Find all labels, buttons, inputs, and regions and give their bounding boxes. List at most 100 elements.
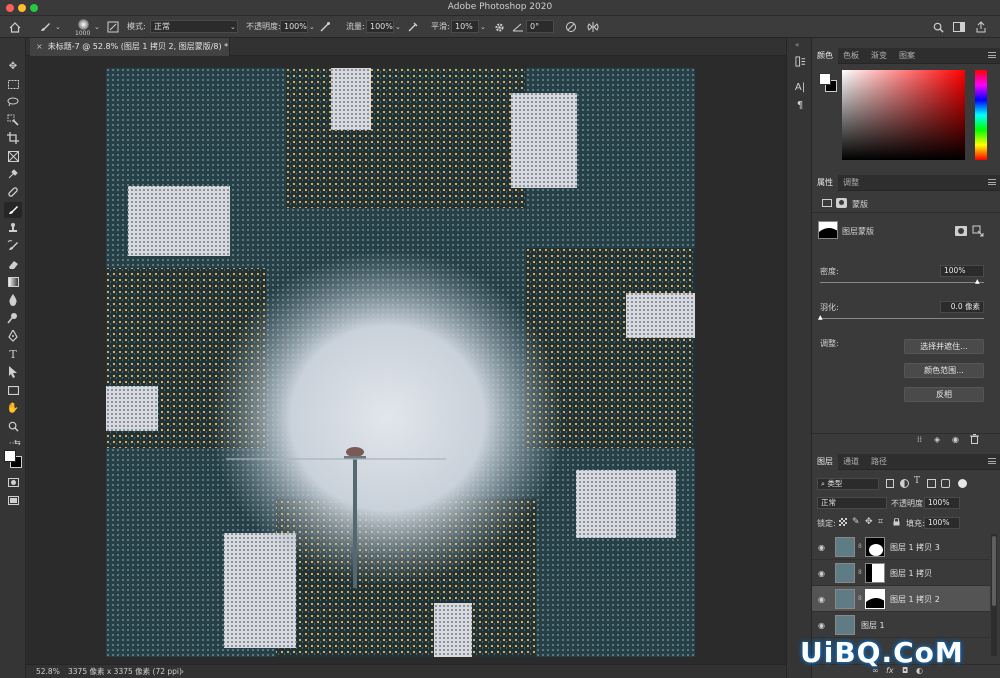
lock-artboard-icon[interactable]: ⌗: [878, 517, 883, 527]
angle-field[interactable]: 0°: [526, 20, 554, 33]
chevron-right-icon[interactable]: ›: [181, 665, 184, 678]
workspace-icon[interactable]: [952, 20, 966, 34]
canvas-area[interactable]: [26, 56, 786, 664]
history-panel-icon[interactable]: [793, 54, 807, 68]
mode-select[interactable]: 正常: [150, 20, 238, 33]
density-slider-handle[interactable]: ▲: [975, 278, 980, 285]
tab-color[interactable]: 颜色: [812, 48, 838, 64]
filter-pixel-icon[interactable]: [886, 479, 894, 488]
lasso-tool[interactable]: [4, 94, 22, 110]
density-slider[interactable]: [820, 282, 984, 283]
mask-thumbnail[interactable]: [865, 563, 885, 583]
layers-scrollbar[interactable]: [991, 534, 997, 656]
canvas-image[interactable]: [106, 68, 695, 657]
document-tab[interactable]: × 未标题-7 @ 52.8% (图层 1 拷贝 2, 图层蒙版/8) *: [30, 38, 230, 56]
zoom-level[interactable]: 52.8%: [36, 665, 60, 678]
type-tool[interactable]: T: [4, 346, 22, 362]
select-and-mask-button[interactable]: 选择并遮住...: [904, 339, 984, 354]
brush-tool[interactable]: [4, 202, 22, 218]
color-picker-field[interactable]: [842, 70, 965, 160]
panel-menu-icon[interactable]: [988, 52, 996, 58]
feather-slider-handle[interactable]: ▲: [818, 314, 823, 321]
lock-all-icon[interactable]: [893, 517, 900, 526]
smoothing-field[interactable]: 10%: [451, 20, 479, 33]
filter-smart-object-icon[interactable]: [941, 479, 950, 488]
apply-mask-icon[interactable]: ◈: [934, 435, 940, 444]
swap-colors-icon[interactable]: ⇆: [14, 438, 21, 447]
tab-swatches[interactable]: 色板: [838, 48, 864, 64]
chevron-down-icon[interactable]: ⌄: [55, 21, 61, 33]
layer-row-copy-3[interactable]: ◉ 8 图层 1 拷贝 3: [812, 534, 990, 560]
paragraph-panel-icon[interactable]: ¶: [793, 100, 807, 114]
brush-preset-icon[interactable]: [38, 20, 52, 34]
chevron-down-icon[interactable]: ⌄: [395, 21, 401, 33]
chevron-down-icon[interactable]: ⌄: [94, 21, 100, 33]
gradient-tool[interactable]: [4, 274, 22, 290]
brush-settings-icon[interactable]: [106, 20, 120, 34]
airbrush-icon[interactable]: [406, 20, 420, 34]
select-mask-icon[interactable]: [955, 226, 967, 236]
character-panel-icon[interactable]: A|: [793, 82, 807, 96]
healing-brush-tool[interactable]: [4, 184, 22, 200]
lock-transparent-icon[interactable]: [839, 518, 847, 526]
symmetry-icon[interactable]: [586, 20, 600, 34]
layer-row-base[interactable]: ◉ 图层 1: [812, 612, 990, 638]
eye-icon[interactable]: ◉: [952, 435, 959, 444]
mask-thumbnail[interactable]: [865, 589, 885, 609]
panel-menu-icon[interactable]: [988, 179, 996, 185]
path-selection-tool[interactable]: [4, 364, 22, 380]
dodge-tool[interactable]: [4, 310, 22, 326]
color-foreground-swatch[interactable]: [819, 73, 831, 85]
share-icon[interactable]: [974, 20, 988, 34]
eye-icon[interactable]: ◉: [818, 621, 825, 630]
apply-mask-icon[interactable]: [972, 225, 984, 237]
crop-tool[interactable]: [4, 130, 22, 146]
layer-row-copy[interactable]: ◉ 8 图层 1 拷贝: [812, 560, 990, 586]
mask-link-icon[interactable]: 8: [858, 543, 862, 550]
tab-channels[interactable]: 通道: [838, 454, 864, 470]
chevron-down-icon[interactable]: ⌄: [309, 21, 315, 33]
filter-type-icon[interactable]: T: [914, 476, 920, 486]
pen-tool[interactable]: [4, 328, 22, 344]
mask-link-icon[interactable]: 8: [858, 569, 862, 576]
hand-tool[interactable]: ✋: [4, 400, 22, 416]
tab-patterns[interactable]: 图案: [894, 48, 920, 64]
clone-stamp-tool[interactable]: [4, 220, 22, 236]
blur-tool[interactable]: [4, 292, 22, 308]
gear-icon[interactable]: [492, 20, 506, 34]
search-icon[interactable]: [931, 20, 945, 34]
frame-tool[interactable]: [4, 148, 22, 164]
filter-toggle[interactable]: [958, 479, 967, 488]
tab-gradients[interactable]: 渐变: [866, 48, 892, 64]
pressure-size-icon[interactable]: [564, 20, 578, 34]
tab-paths[interactable]: 路径: [866, 454, 892, 470]
invert-button[interactable]: 反相: [904, 387, 984, 402]
rectangle-tool[interactable]: [4, 382, 22, 398]
move-tool[interactable]: ✥: [4, 58, 22, 74]
screen-mode-icon[interactable]: [4, 492, 22, 508]
layer-row-copy-2[interactable]: ◉ 8 图层 1 拷贝 2: [812, 586, 990, 612]
lock-position-icon[interactable]: ✥: [865, 517, 873, 527]
document-size-info[interactable]: 3375 像素 x 3375 像素 (72 ppi): [68, 665, 182, 678]
pressure-opacity-icon[interactable]: [318, 20, 332, 34]
feather-field[interactable]: 0.0 像素: [940, 301, 984, 313]
flow-field[interactable]: 100%: [366, 20, 394, 33]
marquee-tool[interactable]: [4, 76, 22, 92]
zoom-tool[interactable]: [4, 418, 22, 434]
blend-mode-select[interactable]: 正常: [817, 497, 887, 509]
layer-opacity-field[interactable]: 100%: [924, 497, 960, 509]
home-icon[interactable]: [8, 20, 22, 34]
eyedropper-tool[interactable]: [4, 166, 22, 182]
collapse-icon[interactable]: «: [795, 41, 799, 49]
eye-icon[interactable]: ◉: [818, 595, 825, 604]
pixel-mask-icon[interactable]: [822, 199, 832, 207]
fill-field[interactable]: 100%: [924, 517, 960, 529]
eraser-tool[interactable]: [4, 256, 22, 272]
feather-slider[interactable]: [820, 318, 984, 319]
layer-mask-icon[interactable]: [836, 198, 847, 208]
filter-adjustment-icon[interactable]: [900, 479, 909, 488]
tab-adjustments[interactable]: 调整: [838, 175, 864, 191]
load-selection-icon[interactable]: ⁞⁞: [917, 435, 922, 444]
history-brush-tool[interactable]: [4, 238, 22, 254]
mask-link-icon[interactable]: 8: [858, 595, 862, 602]
